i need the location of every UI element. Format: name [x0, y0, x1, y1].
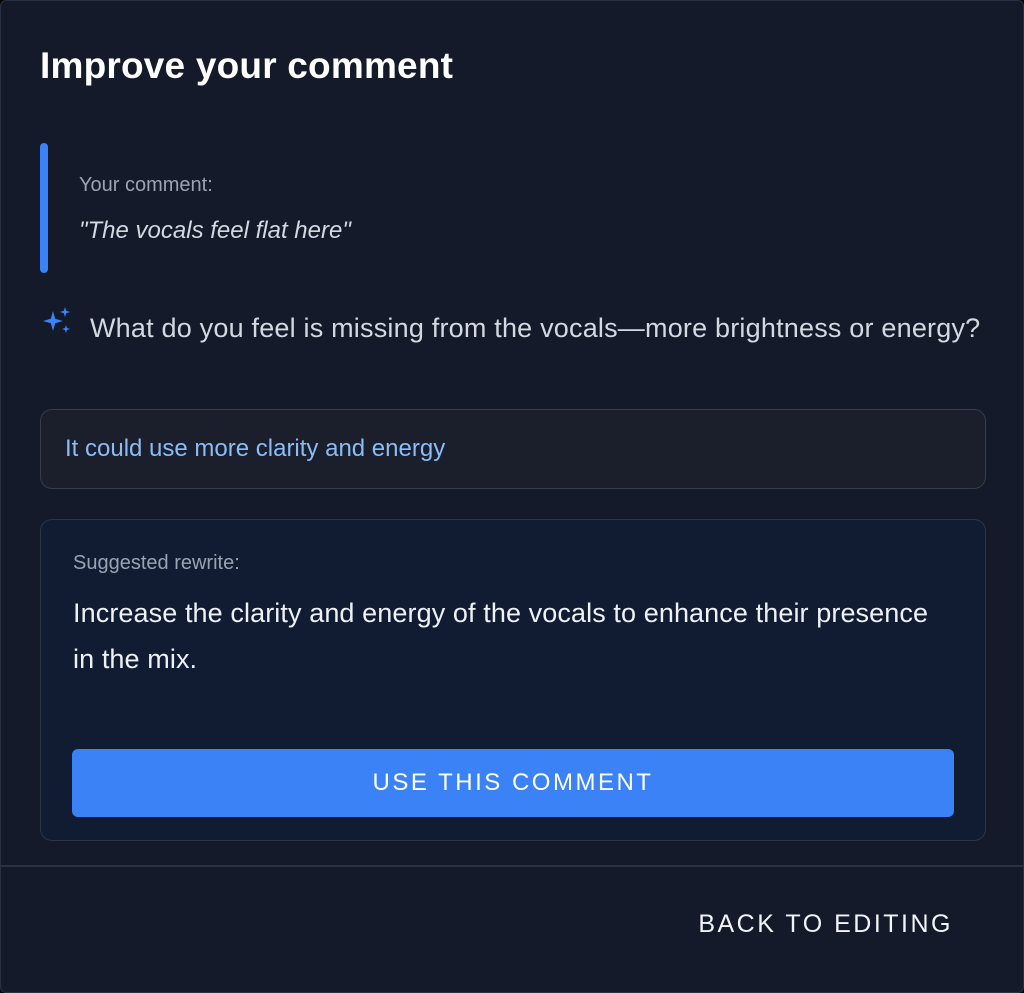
dialog-title: Improve your comment — [40, 45, 454, 86]
quote-accent-bar — [40, 143, 48, 273]
sparkle-icon — [40, 305, 74, 339]
suggested-rewrite-label: Suggested rewrite: — [73, 552, 240, 574]
original-comment-quote: Your comment: "The vocals feel flat here… — [40, 143, 640, 273]
use-this-comment-button[interactable]: USE THIS COMMENT — [72, 749, 954, 817]
footer-divider — [1, 865, 1023, 867]
original-comment-label: Your comment: — [79, 174, 213, 196]
suggested-rewrite-card: Suggested rewrite: Increase the clarity … — [40, 519, 986, 841]
answer-input[interactable]: It could use more clarity and energy — [40, 409, 986, 489]
back-to-editing-button[interactable]: BACK TO EDITING — [698, 901, 953, 947]
improve-comment-dialog: Improve your comment Your comment: "The … — [0, 0, 1024, 993]
original-comment-text: "The vocals feel flat here" — [79, 217, 351, 244]
question-text: What do you feel is missing from the voc… — [90, 313, 981, 343]
suggested-rewrite-text: Increase the clarity and energy of the v… — [73, 598, 929, 674]
